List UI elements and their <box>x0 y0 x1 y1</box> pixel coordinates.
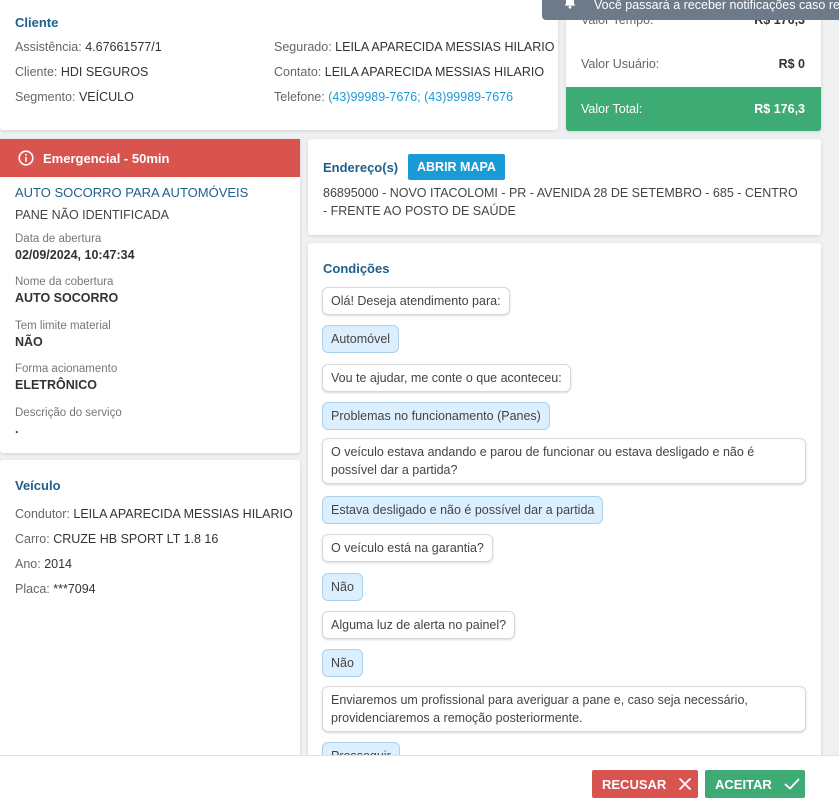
cobertura-label: Nome da cobertura <box>15 276 114 288</box>
aceitar-label: ACEITAR <box>715 776 772 792</box>
data-abertura-value: 02/09/2024, 10:47:34 <box>15 248 135 262</box>
recusar-button[interactable]: RECUSAR <box>592 770 698 798</box>
carro-value: CRUZE HB SPORT LT 1.8 16 <box>53 532 219 546</box>
info-circle-icon <box>18 150 34 166</box>
segmento-value: VEÍCULO <box>78 90 134 104</box>
condicao-resposta: Estava desligado e não é possível dar a … <box>322 496 604 524</box>
condutor-value: LEILA APARECIDA MESSIAS HILARIO <box>73 507 293 521</box>
check-icon <box>784 777 800 791</box>
ano-label: Ano: <box>15 557 41 571</box>
contato-label: Contato: <box>274 65 322 79</box>
valor-total-row: Valor Total: R$ 176,3 <box>566 87 821 131</box>
recusar-label: RECUSAR <box>602 776 667 792</box>
assistencia-value: 4.67661577/1 <box>85 40 162 54</box>
limite-material-label: Tem limite material <box>15 320 111 332</box>
telefone-link[interactable]: (43)99989-7676; (43)99989-7676 <box>328 90 513 104</box>
servico-subtipo: PANE NÃO IDENTIFICADA <box>15 208 169 222</box>
ano-row: Ano: 2014 <box>15 557 72 571</box>
condicao-pergunta: Enviaremos um profissional para averigua… <box>322 686 806 732</box>
veiculo-title: Veículo <box>15 478 61 493</box>
condutor-label: Condutor: <box>15 507 70 521</box>
condutor-row: Condutor: LEILA APARECIDA MESSIAS HILARI… <box>15 507 293 521</box>
cliente-card: Cliente Assistência: 4.67661577/1 Client… <box>0 0 558 130</box>
endereco-title: Endereço(s) <box>323 160 399 175</box>
descricao-label: Descrição do serviço <box>15 407 122 419</box>
servico-card: Emergencial - 50min AUTO SOCORRO PARA AU… <box>0 139 300 453</box>
contato-row: Contato: LEILA APARECIDA MESSIAS HILARIO <box>274 65 544 79</box>
toast-text: Você passará a receber notificações caso… <box>594 0 839 12</box>
condicao-resposta: Automóvel <box>322 325 400 353</box>
placa-label: Placa: <box>15 582 50 596</box>
data-abertura-label: Data de abertura <box>15 233 102 245</box>
valor-usuario-label: Valor Usuário: <box>581 57 660 71</box>
condicao-pergunta: O veículo estava andando e parou de func… <box>322 438 806 484</box>
limite-material-value: NÃO <box>15 335 43 349</box>
condicao-pergunta: Olá! Deseja atendimento para: <box>322 287 510 315</box>
valor-usuario-value: R$ 0 <box>778 57 805 71</box>
condicao-resposta: Problemas no funcionamento (Panes) <box>322 402 550 430</box>
servico-tipo: AUTO SOCORRO PARA AUTOMÓVEIS <box>15 185 249 200</box>
aceitar-button[interactable]: ACEITAR <box>705 770 805 798</box>
condicoes-card: Condições Olá! Deseja atendimento para: … <box>308 243 821 763</box>
placa-value: ***7094 <box>53 582 96 596</box>
condicao-pergunta: O veículo está na garantia? <box>322 534 493 562</box>
placa-row: Placa: ***7094 <box>15 582 96 596</box>
endereco-text: 86895000 - NOVO ITACOLOMI - PR - AVENIDA… <box>323 186 798 218</box>
condicao-resposta: Não <box>322 573 363 601</box>
valor-total-value: R$ 176,3 <box>754 102 805 116</box>
telefone-label: Telefone: <box>274 90 325 104</box>
footer-bar: RECUSAR ACEITAR <box>0 755 839 809</box>
emergencial-header: Emergencial - 50min <box>0 139 300 177</box>
cliente-row: Cliente: HDI SEGUROS <box>15 65 148 79</box>
forma-acionamento-label: Forma acionamento <box>15 363 118 375</box>
abrir-mapa-button[interactable]: ABRIR MAPA <box>408 154 505 180</box>
cliente-label: Cliente: <box>15 65 58 79</box>
condicoes-title: Condições <box>323 261 390 276</box>
valor-usuario-row: Valor Usuário: R$ 0 <box>566 44 821 84</box>
contato-value: LEILA APARECIDA MESSIAS HILARIO <box>324 65 545 79</box>
valor-total-label: Valor Total: <box>581 102 643 116</box>
ano-value: 2014 <box>44 557 73 571</box>
carro-label: Carro: <box>15 532 50 546</box>
descricao-value: . <box>15 422 19 436</box>
assistencia-row: Assistência: 4.67661577/1 <box>15 40 162 54</box>
condicao-pergunta: Vou te ajudar, me conte o que aconteceu: <box>322 364 571 392</box>
condicao-resposta: Não <box>322 649 363 677</box>
condicao-pergunta: Alguma luz de alerta no painel? <box>322 611 516 639</box>
veiculo-card: Veículo Condutor: LEILA APARECIDA MESSIA… <box>0 460 300 760</box>
endereco-card: Endereço(s) ABRIR MAPA 86895000 - NOVO I… <box>308 139 821 235</box>
close-icon <box>678 777 692 791</box>
notification-toast[interactable]: Você passará a receber notificações caso… <box>542 0 839 20</box>
segmento-row: Segmento: VEÍCULO <box>15 90 134 104</box>
bell-icon <box>564 0 576 12</box>
segurado-value: LEILA APARECIDA MESSIAS HILARIO <box>335 40 555 54</box>
forma-acionamento-value: ELETRÔNICO <box>15 378 97 392</box>
cobertura-value: AUTO SOCORRO <box>15 291 119 305</box>
assistencia-label: Assistência: <box>15 40 82 54</box>
cliente-title: Cliente <box>15 15 59 30</box>
cliente-value: HDI SEGUROS <box>60 65 149 79</box>
segmento-label: Segmento: <box>15 90 76 104</box>
telefone-row: Telefone: (43)99989-7676; (43)99989-7676 <box>274 90 513 104</box>
emergencial-label: Emergencial - 50min <box>43 150 170 166</box>
segurado-label: Segurado: <box>274 40 332 54</box>
carro-row: Carro: CRUZE HB SPORT LT 1.8 16 <box>15 532 218 546</box>
segurado-row: Segurado: LEILA APARECIDA MESSIAS HILARI… <box>274 40 554 54</box>
